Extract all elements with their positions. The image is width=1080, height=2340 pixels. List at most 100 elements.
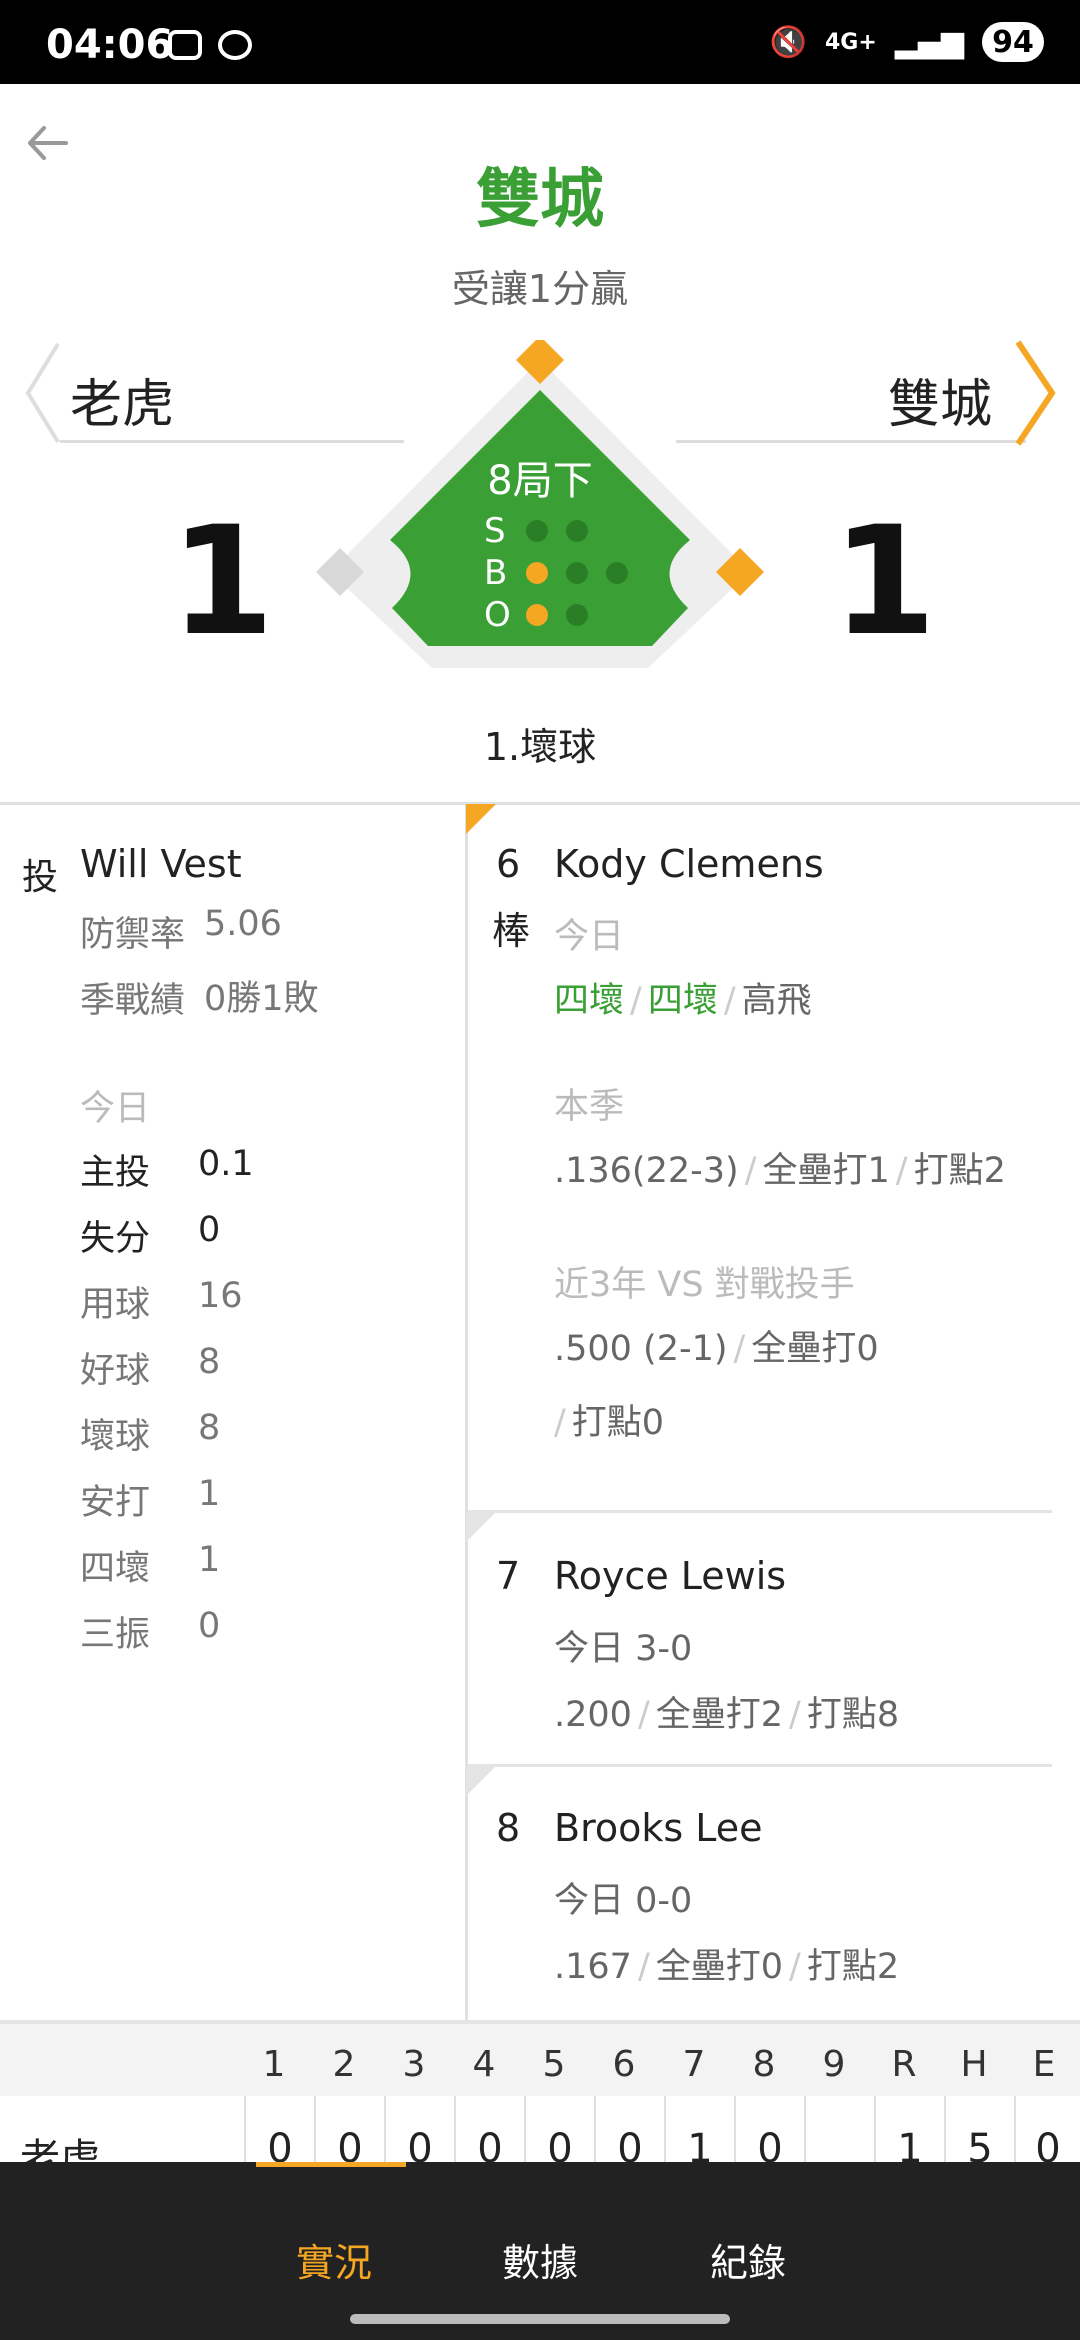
batter-name[interactable]: Royce Lewis (554, 1554, 786, 1598)
count-indicator: S B O (484, 510, 646, 636)
batter-name[interactable]: Kody Clemens (554, 842, 824, 886)
ball-label: B (484, 553, 508, 593)
inning-header: 3 (402, 2044, 426, 2085)
batter-today-results: 四壞 / 四壞 / 高飛 (554, 972, 812, 1023)
stat-key: 四壞 (80, 1549, 151, 1589)
batter-vs-stats-cont: / 打點0 (554, 1394, 664, 1445)
separator: / (733, 1329, 746, 1369)
season-rbi: 打點2 (913, 1151, 1006, 1191)
home-indicator[interactable] (350, 2314, 730, 2324)
screenshot-icon (168, 30, 202, 60)
stat-key: 好球 (80, 1351, 151, 1391)
active-tab-indicator (256, 2162, 406, 2167)
stat-key: 失分 (80, 1219, 151, 1259)
pitcher-stat-row: 失分 0 (80, 1210, 460, 1270)
inning-header: 5 (542, 2044, 566, 2085)
status-time: 04:06 (46, 22, 174, 68)
stat-value: 0.1 (198, 1144, 254, 1184)
batter-vs-stats: .500 (2-1) / 全壘打0 (554, 1320, 879, 1371)
stat-value: 16 (198, 1276, 243, 1316)
batter-order: 7 (496, 1554, 521, 1598)
inning-header: 1 (262, 2044, 286, 2085)
ball-dot (606, 562, 628, 584)
separator: / (637, 1695, 650, 1735)
out-label: O (484, 595, 511, 635)
batter-season-stats: .167/全壘打0/打點2 (554, 1938, 899, 1989)
location-icon (218, 30, 252, 60)
pitcher-stat-row: 主投 0.1 (80, 1144, 460, 1204)
mute-icon: 🔇 (769, 24, 807, 60)
vs-avg: .500 (2-1) (554, 1329, 728, 1369)
batter-marker (466, 1766, 496, 1796)
strike-dot (526, 520, 548, 542)
batter-divider (468, 1510, 1052, 1513)
era-value: 5.06 (204, 904, 282, 944)
away-team-name[interactable]: 老虎 (70, 362, 174, 437)
separator: / (744, 1151, 757, 1191)
batter-season-stats: .200/全壘打2/打點8 (554, 1686, 899, 1737)
vs-hr: 全壘打0 (751, 1329, 879, 1369)
current-batter-marker (466, 804, 496, 834)
pitcher-stat-row: 安打 1 (80, 1474, 460, 1534)
batter-today-label: 今日 (554, 917, 625, 957)
tab-live[interactable]: 實況 (296, 2232, 372, 2287)
home-team-name[interactable]: 雙城 (888, 362, 992, 437)
batter-today: 今日 3-0 (554, 1629, 693, 1669)
runs-header: R (891, 2044, 917, 2085)
winner-team: 雙城 (476, 163, 604, 237)
strike-row: S (484, 510, 646, 552)
batter-order: 6 (496, 842, 521, 886)
stat-value: 1 (198, 1540, 221, 1580)
stat-value: 1 (198, 1474, 221, 1514)
season-avg: .200 (554, 1695, 632, 1735)
hits-header: H (960, 2044, 988, 2085)
separator: / (723, 981, 736, 1021)
separator: / (637, 1947, 650, 1987)
network-label: 4G+ (824, 29, 877, 55)
separator: / (895, 1151, 908, 1191)
separator: / (789, 1695, 801, 1735)
stat-value: 0 (198, 1210, 221, 1250)
strike-label: S (484, 511, 506, 551)
battery-badge: 94 (982, 22, 1044, 62)
inning-label: 8局下 (487, 458, 593, 504)
tab-records[interactable]: 紀錄 (710, 2232, 786, 2287)
pitcher-name[interactable]: Will Vest (80, 842, 242, 886)
stat-key: 主投 (80, 1153, 151, 1193)
pitcher-stat-row: 四壞 1 (80, 1540, 460, 1600)
batter-today: 今日 0-0 (554, 1881, 693, 1921)
stat-key: 壞球 (80, 1417, 151, 1457)
stat-value: 0 (198, 1606, 221, 1646)
section-divider (0, 802, 1080, 805)
stat-value: 8 (198, 1408, 221, 1448)
vs-rbi: 打點0 (571, 1403, 665, 1443)
away-score: 1 (170, 495, 275, 669)
inning-header: 8 (752, 2044, 776, 2085)
out-row: O (484, 594, 646, 636)
batter-marker (466, 1512, 496, 1542)
tab-stats[interactable]: 數據 (502, 2232, 578, 2287)
stat-key: 三振 (80, 1615, 151, 1655)
era-label: 防禦率 (80, 915, 186, 955)
pitcher-stat-row: 壞球 8 (80, 1408, 460, 1468)
status-icons: 🔇 4G+ ▂▄▆ 94 (770, 22, 1044, 62)
inning-header: 9 (822, 2044, 846, 2085)
inning-header: 4 (472, 2044, 496, 2085)
prev-team-chevron-icon[interactable] (24, 342, 64, 444)
next-team-chevron-icon[interactable] (1010, 340, 1058, 446)
out-dot (526, 604, 548, 626)
ball-row: B (484, 552, 646, 594)
season-avg: .136(22-3) (554, 1151, 739, 1191)
inning-header: 2 (332, 2044, 356, 2085)
pitcher-stat-row: 三振 0 (80, 1606, 460, 1666)
separator: / (554, 1403, 566, 1443)
pitcher-role: 投 (22, 857, 59, 898)
season-rbi: 打點8 (806, 1695, 900, 1735)
record-label: 季戰績 (80, 981, 186, 1021)
pitcher-stat-row: 好球 8 (80, 1342, 460, 1402)
status-bar: 04:06 🔇 4G+ ▂▄▆ 94 (0, 0, 1080, 84)
batter-name[interactable]: Brooks Lee (554, 1806, 763, 1850)
batter-vs-label: 近3年 VS 對戰投手 (554, 1265, 855, 1305)
season-hr: 全壘打0 (655, 1947, 784, 1987)
at-bat-result: 四壞 (554, 981, 625, 1021)
